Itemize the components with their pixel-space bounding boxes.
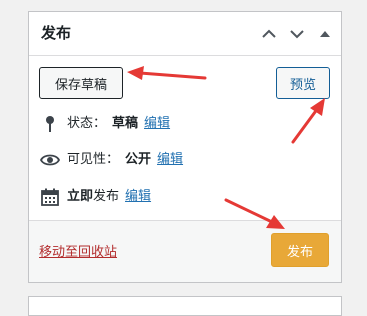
publish-metabox: 发布 保存草稿 预览 状态： 草稿 编辑 可见性： 公开 编辑 立即 发布 编辑…	[28, 11, 342, 283]
status-value: 草稿	[112, 116, 139, 131]
triangle-up-icon	[320, 31, 330, 37]
visibility-row: 可见性： 公开 编辑	[39, 150, 183, 170]
pin-icon	[39, 114, 61, 134]
schedule-value: 立即	[67, 189, 94, 204]
move-up-button[interactable]	[260, 25, 278, 43]
metabox-title: 发布	[41, 24, 72, 42]
eye-icon	[39, 150, 61, 170]
publish-actions: 移动至回收站 发布	[29, 220, 341, 282]
preview-button[interactable]: 预览	[276, 67, 330, 99]
edit-schedule-link[interactable]: 编辑	[125, 187, 151, 207]
chevron-up-icon	[262, 29, 276, 38]
move-to-trash-link[interactable]: 移动至回收站	[39, 241, 117, 260]
next-metabox	[28, 296, 342, 316]
status-row: 状态： 草稿 编辑	[39, 114, 170, 134]
save-draft-button[interactable]: 保存草稿	[39, 67, 123, 99]
chevron-down-icon	[290, 30, 304, 39]
schedule-label: 发布	[93, 189, 120, 204]
publish-button[interactable]: 发布	[271, 233, 329, 267]
edit-visibility-link[interactable]: 编辑	[157, 150, 183, 170]
edit-status-link[interactable]: 编辑	[144, 114, 170, 134]
toggle-panel-button[interactable]	[316, 25, 334, 43]
move-down-button[interactable]	[288, 25, 306, 43]
calendar-icon	[39, 187, 61, 207]
status-label: 状态：	[67, 116, 107, 131]
schedule-row: 立即 发布 编辑	[39, 187, 151, 207]
metabox-header: 发布	[29, 12, 341, 56]
visibility-value: 公开	[125, 152, 152, 167]
visibility-label: 可见性：	[67, 152, 120, 167]
